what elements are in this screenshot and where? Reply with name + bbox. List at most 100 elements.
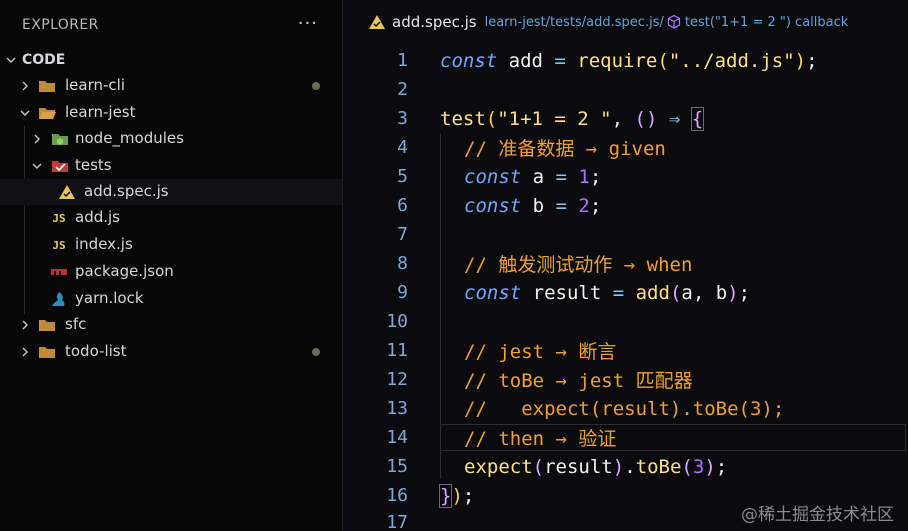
node-folder-icon xyxy=(51,131,69,147)
line-number: 1 xyxy=(397,50,408,71)
breadcrumb-symbol[interactable]: test("1+1 = 2 ") callback xyxy=(685,15,848,30)
code-line-6[interactable]: 6 const b = 2; xyxy=(344,191,908,220)
tree-root-code[interactable]: CODE xyxy=(0,47,342,73)
code-line-14[interactable]: 14 // then → 验证 xyxy=(344,423,908,452)
tree-item-tests[interactable]: tests xyxy=(0,153,342,179)
chevron-right-icon xyxy=(18,345,32,359)
chevron-down-icon xyxy=(18,106,32,120)
modified-dot xyxy=(312,348,320,356)
token-function: expect xyxy=(464,455,533,478)
explorer-header: EXPLORER ··· xyxy=(0,0,342,50)
token-number: 1 xyxy=(566,165,590,188)
token-operator: = xyxy=(555,194,567,217)
chevron-right-icon xyxy=(30,132,44,146)
more-actions-icon[interactable]: ··· xyxy=(298,13,318,34)
token-comment: // 准备数据 → given xyxy=(464,138,666,160)
symbol-method-icon xyxy=(666,14,682,30)
token-paren: ( xyxy=(669,281,682,304)
tree-item-label: tests xyxy=(75,156,112,174)
token-semicolon: ; xyxy=(715,455,728,478)
tree-item-add-spec-js[interactable]: add.spec.js xyxy=(0,179,342,205)
token-keyword: const xyxy=(440,49,498,72)
code-line-13[interactable]: 13 // expect(result).toBe(3); xyxy=(344,394,908,423)
line-number: 7 xyxy=(397,224,408,245)
chevron-right-icon xyxy=(18,79,32,93)
tree-item-learn-cli[interactable]: learn-cli xyxy=(0,73,342,99)
folder-icon xyxy=(38,78,56,94)
tree-item-label: package.json xyxy=(75,262,174,280)
token-paren: ( xyxy=(681,455,693,478)
code-line-11[interactable]: 11 // jest → 断言 xyxy=(344,336,908,365)
chevron-down-icon xyxy=(30,159,44,173)
breadcrumb-path[interactable]: learn-jest/tests/add.spec.js/ xyxy=(485,15,664,30)
token-paren: ( xyxy=(485,107,498,130)
npm-icon xyxy=(50,264,68,280)
token-keyword: const xyxy=(464,281,522,304)
token-identifier: b xyxy=(521,194,556,217)
tree-item-label: learn-jest xyxy=(65,103,136,121)
token-semicolon: ; xyxy=(589,165,602,188)
code-line-7[interactable]: 7 xyxy=(344,220,908,249)
token-keyword: const xyxy=(464,194,522,217)
chevron-down-icon xyxy=(4,53,18,67)
code-line-9[interactable]: 9 const result = add(a, b); xyxy=(344,278,908,307)
token-paren: ) xyxy=(794,49,807,72)
tree-item-todo-list[interactable]: todo-list xyxy=(0,339,342,365)
token-semicolon: ; xyxy=(738,281,751,304)
token-semicolon: ; xyxy=(462,484,475,507)
code-line-1[interactable]: 1 const add = require("../add.js"); xyxy=(344,46,908,75)
token-operator: = xyxy=(555,165,567,188)
code-line-3[interactable]: 3 test("1+1 = 2 ", () ⇒ { xyxy=(344,104,908,133)
token-function: add xyxy=(624,281,670,304)
token-string: "1+1 = 2 " xyxy=(497,107,612,130)
tree-item-learn-jest[interactable]: learn-jest xyxy=(0,100,342,126)
breadcrumb: add.spec.js learn-jest/tests/add.spec.js… xyxy=(344,0,908,44)
code-line-10[interactable]: 10 xyxy=(344,307,908,336)
token-params: () xyxy=(634,107,658,130)
code-line-5[interactable]: 5 const a = 1; xyxy=(344,162,908,191)
token-brace: { xyxy=(690,106,705,131)
token-operator: = xyxy=(554,49,566,72)
explorer-title: EXPLORER xyxy=(22,17,99,33)
tree-item-yarn-lock[interactable]: yarn.lock xyxy=(0,286,342,312)
line-number: 5 xyxy=(397,166,408,187)
token-args: a, b xyxy=(681,281,728,304)
token-brace: } xyxy=(438,483,453,508)
token-comment: // 触发测试动作 → when xyxy=(464,254,693,276)
code-line-12[interactable]: 12 // toBe → jest 匹配器 xyxy=(344,365,908,394)
line-number: 11 xyxy=(386,340,408,361)
line-number: 9 xyxy=(397,282,408,303)
token-comment: // then → 验证 xyxy=(464,428,617,450)
token-identifier: add xyxy=(497,49,555,72)
token-function: toBe xyxy=(635,455,682,478)
chevron-right-icon xyxy=(18,318,32,332)
line-number: 17 xyxy=(386,512,408,531)
tree-item-label: index.js xyxy=(75,235,133,253)
tree-item-node-modules[interactable]: node_modules xyxy=(0,126,342,152)
code-line-15[interactable]: 15 expect(result).toBe(3); xyxy=(344,452,908,481)
modified-dot xyxy=(312,82,320,90)
tree-item-index-js[interactable]: JS index.js xyxy=(0,232,342,258)
tree-item-package-json[interactable]: package.json xyxy=(0,259,342,285)
tree-item-add-js[interactable]: JS add.js xyxy=(0,205,342,231)
tree-item-label: add.spec.js xyxy=(84,182,169,200)
breadcrumb-file[interactable]: add.spec.js xyxy=(392,13,477,31)
token-identifier: result xyxy=(544,455,613,478)
tree-item-label: learn-cli xyxy=(65,76,125,94)
code-line-4[interactable]: 4 // 准备数据 → given xyxy=(344,133,908,162)
token-arrow: ⇒ xyxy=(657,107,692,130)
tree-item-label: add.js xyxy=(75,208,120,226)
token-semicolon: ; xyxy=(589,194,602,217)
token-number: 3 xyxy=(692,455,705,478)
tree-item-sfc[interactable]: sfc xyxy=(0,312,342,338)
folder-icon xyxy=(38,344,56,360)
code-line-8[interactable]: 8 // 触发测试动作 → when xyxy=(344,249,908,278)
token-string: "../add.js" xyxy=(668,49,795,72)
code-line-2[interactable]: 2 xyxy=(344,75,908,104)
token-keyword: const xyxy=(464,165,522,188)
token-comma: , xyxy=(611,107,635,130)
code-editor[interactable]: add.spec.js learn-jest/tests/add.spec.js… xyxy=(344,0,908,531)
line-number: 8 xyxy=(397,253,408,274)
tree-item-label: sfc xyxy=(65,315,87,333)
token-operator: = xyxy=(612,281,625,304)
